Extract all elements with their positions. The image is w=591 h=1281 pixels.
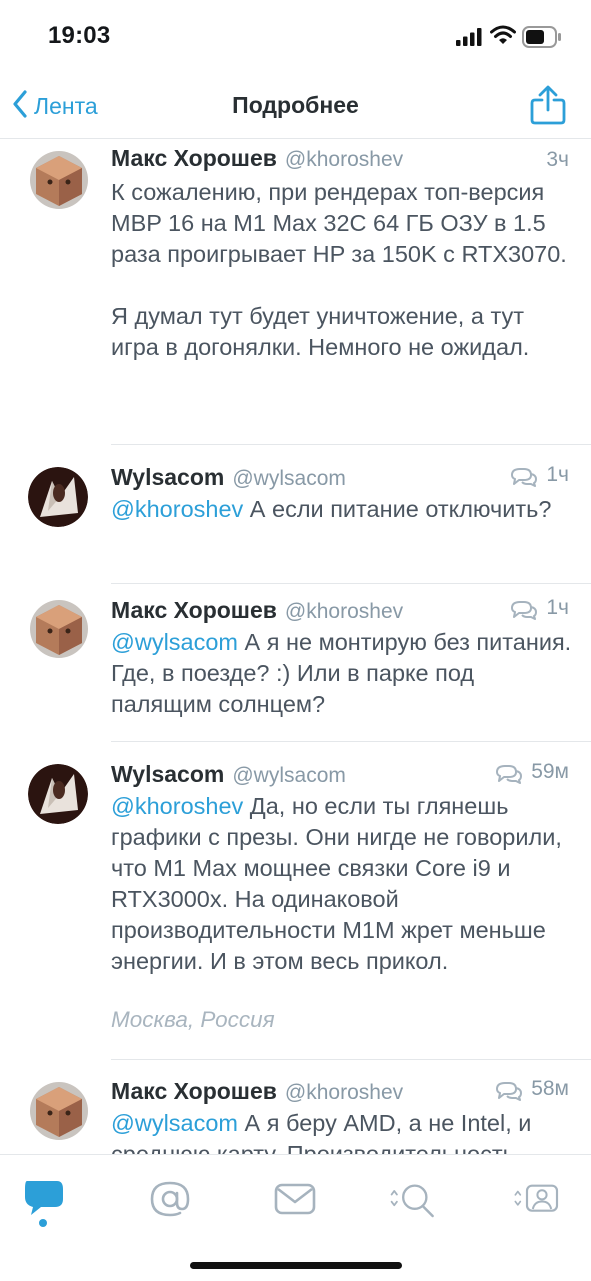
cellular-signal-icon: [456, 28, 482, 51]
home-indicator[interactable]: [190, 1262, 402, 1269]
mention-link[interactable]: @wylsacom: [111, 629, 238, 655]
tweet-text-content: А если питание отключить?: [243, 496, 552, 522]
author-handle[interactable]: @khoroshev: [285, 600, 510, 624]
tweet-meta: 3ч: [546, 148, 569, 172]
profile-icon: [514, 1184, 559, 1212]
battery-icon: [522, 26, 562, 53]
search-icon: [390, 1184, 434, 1218]
tweet[interactable]: Wylsacom @wylsacom 59м @khoroshev Да, но…: [0, 742, 591, 1060]
conversation-feed[interactable]: Макс Хорошев @khoroshev 3ч К сожалению, …: [0, 139, 591, 1154]
mention-link[interactable]: @khoroshev: [111, 496, 243, 522]
author-name[interactable]: Wylsacom: [111, 464, 224, 491]
timeline-icon: [25, 1181, 63, 1227]
wylsacom-avatar[interactable]: [28, 467, 88, 527]
conversation-icon: [496, 1082, 523, 1101]
wifi-icon: [490, 25, 516, 50]
tweet-header: Wylsacom @wylsacom 59м: [111, 760, 569, 792]
share-icon: [528, 85, 568, 130]
tweet-time: 3ч: [546, 148, 569, 171]
tweet-text: К сожалению, при рендерах топ-версия MBP…: [111, 177, 575, 363]
author-handle[interactable]: @wylsacom: [232, 764, 495, 788]
tweet-text: @khoroshev Да, но если ты глянешь график…: [111, 791, 575, 977]
conversation-icon: [496, 765, 523, 784]
share-button[interactable]: [528, 84, 568, 131]
tweet-meta: 59м: [495, 760, 569, 784]
navigation-bar: Лента Подробнее: [0, 76, 591, 139]
tab-timeline[interactable]: [18, 1177, 68, 1227]
tweet[interactable]: Макс Хорошев @khoroshev 1ч @wylsacom А я…: [0, 584, 591, 742]
tweet-text-content: К сожалению, при рендерах топ-версия MBP…: [111, 179, 567, 360]
tweet-text: @wylsacom А я не монтирую без питания. Г…: [111, 627, 575, 720]
max-avatar[interactable]: [30, 151, 88, 209]
tweet-text: @wylsacom А я беру AMD, а не Intel, и ср…: [111, 1108, 575, 1154]
status-time: 19:03: [48, 22, 111, 49]
tweet-header: Макс Хорошев @khoroshev 1ч: [111, 596, 569, 628]
tweet-header: Макс Хорошев @khoroshev 58м: [111, 1077, 569, 1109]
tweet-meta: 58м: [495, 1077, 569, 1101]
tweet-time: 59м: [531, 760, 569, 783]
tweet-time: 58м: [531, 1077, 569, 1100]
tweet-header: Макс Хорошев @khoroshev 3ч: [111, 145, 569, 177]
author-handle[interactable]: @khoroshev: [285, 148, 546, 172]
tweet-header: Wylsacom @wylsacom 1ч: [111, 463, 569, 495]
tab-messages[interactable]: [270, 1177, 320, 1227]
tweet[interactable]: Макс Хорошев @khoroshev 58м @wylsacom А …: [0, 1060, 591, 1154]
tweet-text-content: Да, но если ты глянешь графики с презы. …: [111, 793, 562, 974]
tweet-time: 1ч: [546, 463, 569, 486]
tweet[interactable]: Макс Хорошев @khoroshev 3ч К сожалению, …: [0, 139, 591, 445]
author-handle[interactable]: @wylsacom: [232, 467, 510, 491]
tab-search[interactable]: [388, 1177, 438, 1227]
tweet-text: @khoroshev А если питание отключить?: [111, 494, 575, 525]
messages-icon: [274, 1183, 316, 1215]
max-avatar[interactable]: [30, 1082, 88, 1140]
author-name[interactable]: Макс Хорошев: [111, 597, 277, 624]
author-name[interactable]: Макс Хорошев: [111, 145, 277, 172]
tab-mentions[interactable]: [145, 1177, 195, 1227]
tweet-meta: 1ч: [510, 596, 569, 620]
mentions-icon: [150, 1181, 190, 1217]
author-handle[interactable]: @khoroshev: [285, 1081, 495, 1105]
tweet-meta: 1ч: [510, 463, 569, 487]
conversation-icon: [511, 601, 538, 620]
mention-link[interactable]: @wylsacom: [111, 1110, 238, 1136]
mention-link[interactable]: @khoroshev: [111, 793, 243, 819]
status-bar: 19:03: [0, 0, 591, 76]
max-avatar[interactable]: [30, 600, 88, 658]
tab-profile[interactable]: [512, 1177, 562, 1227]
wylsacom-avatar[interactable]: [28, 764, 88, 824]
tweet-location[interactable]: Москва, Россия: [111, 1007, 275, 1033]
tweet-time: 1ч: [546, 596, 569, 619]
page-title: Подробнее: [232, 92, 359, 118]
conversation-icon: [511, 468, 538, 487]
author-name[interactable]: Wylsacom: [111, 761, 224, 788]
tweet[interactable]: Wylsacom @wylsacom 1ч @khoroshev А если …: [0, 445, 591, 584]
author-name[interactable]: Макс Хорошев: [111, 1078, 277, 1105]
